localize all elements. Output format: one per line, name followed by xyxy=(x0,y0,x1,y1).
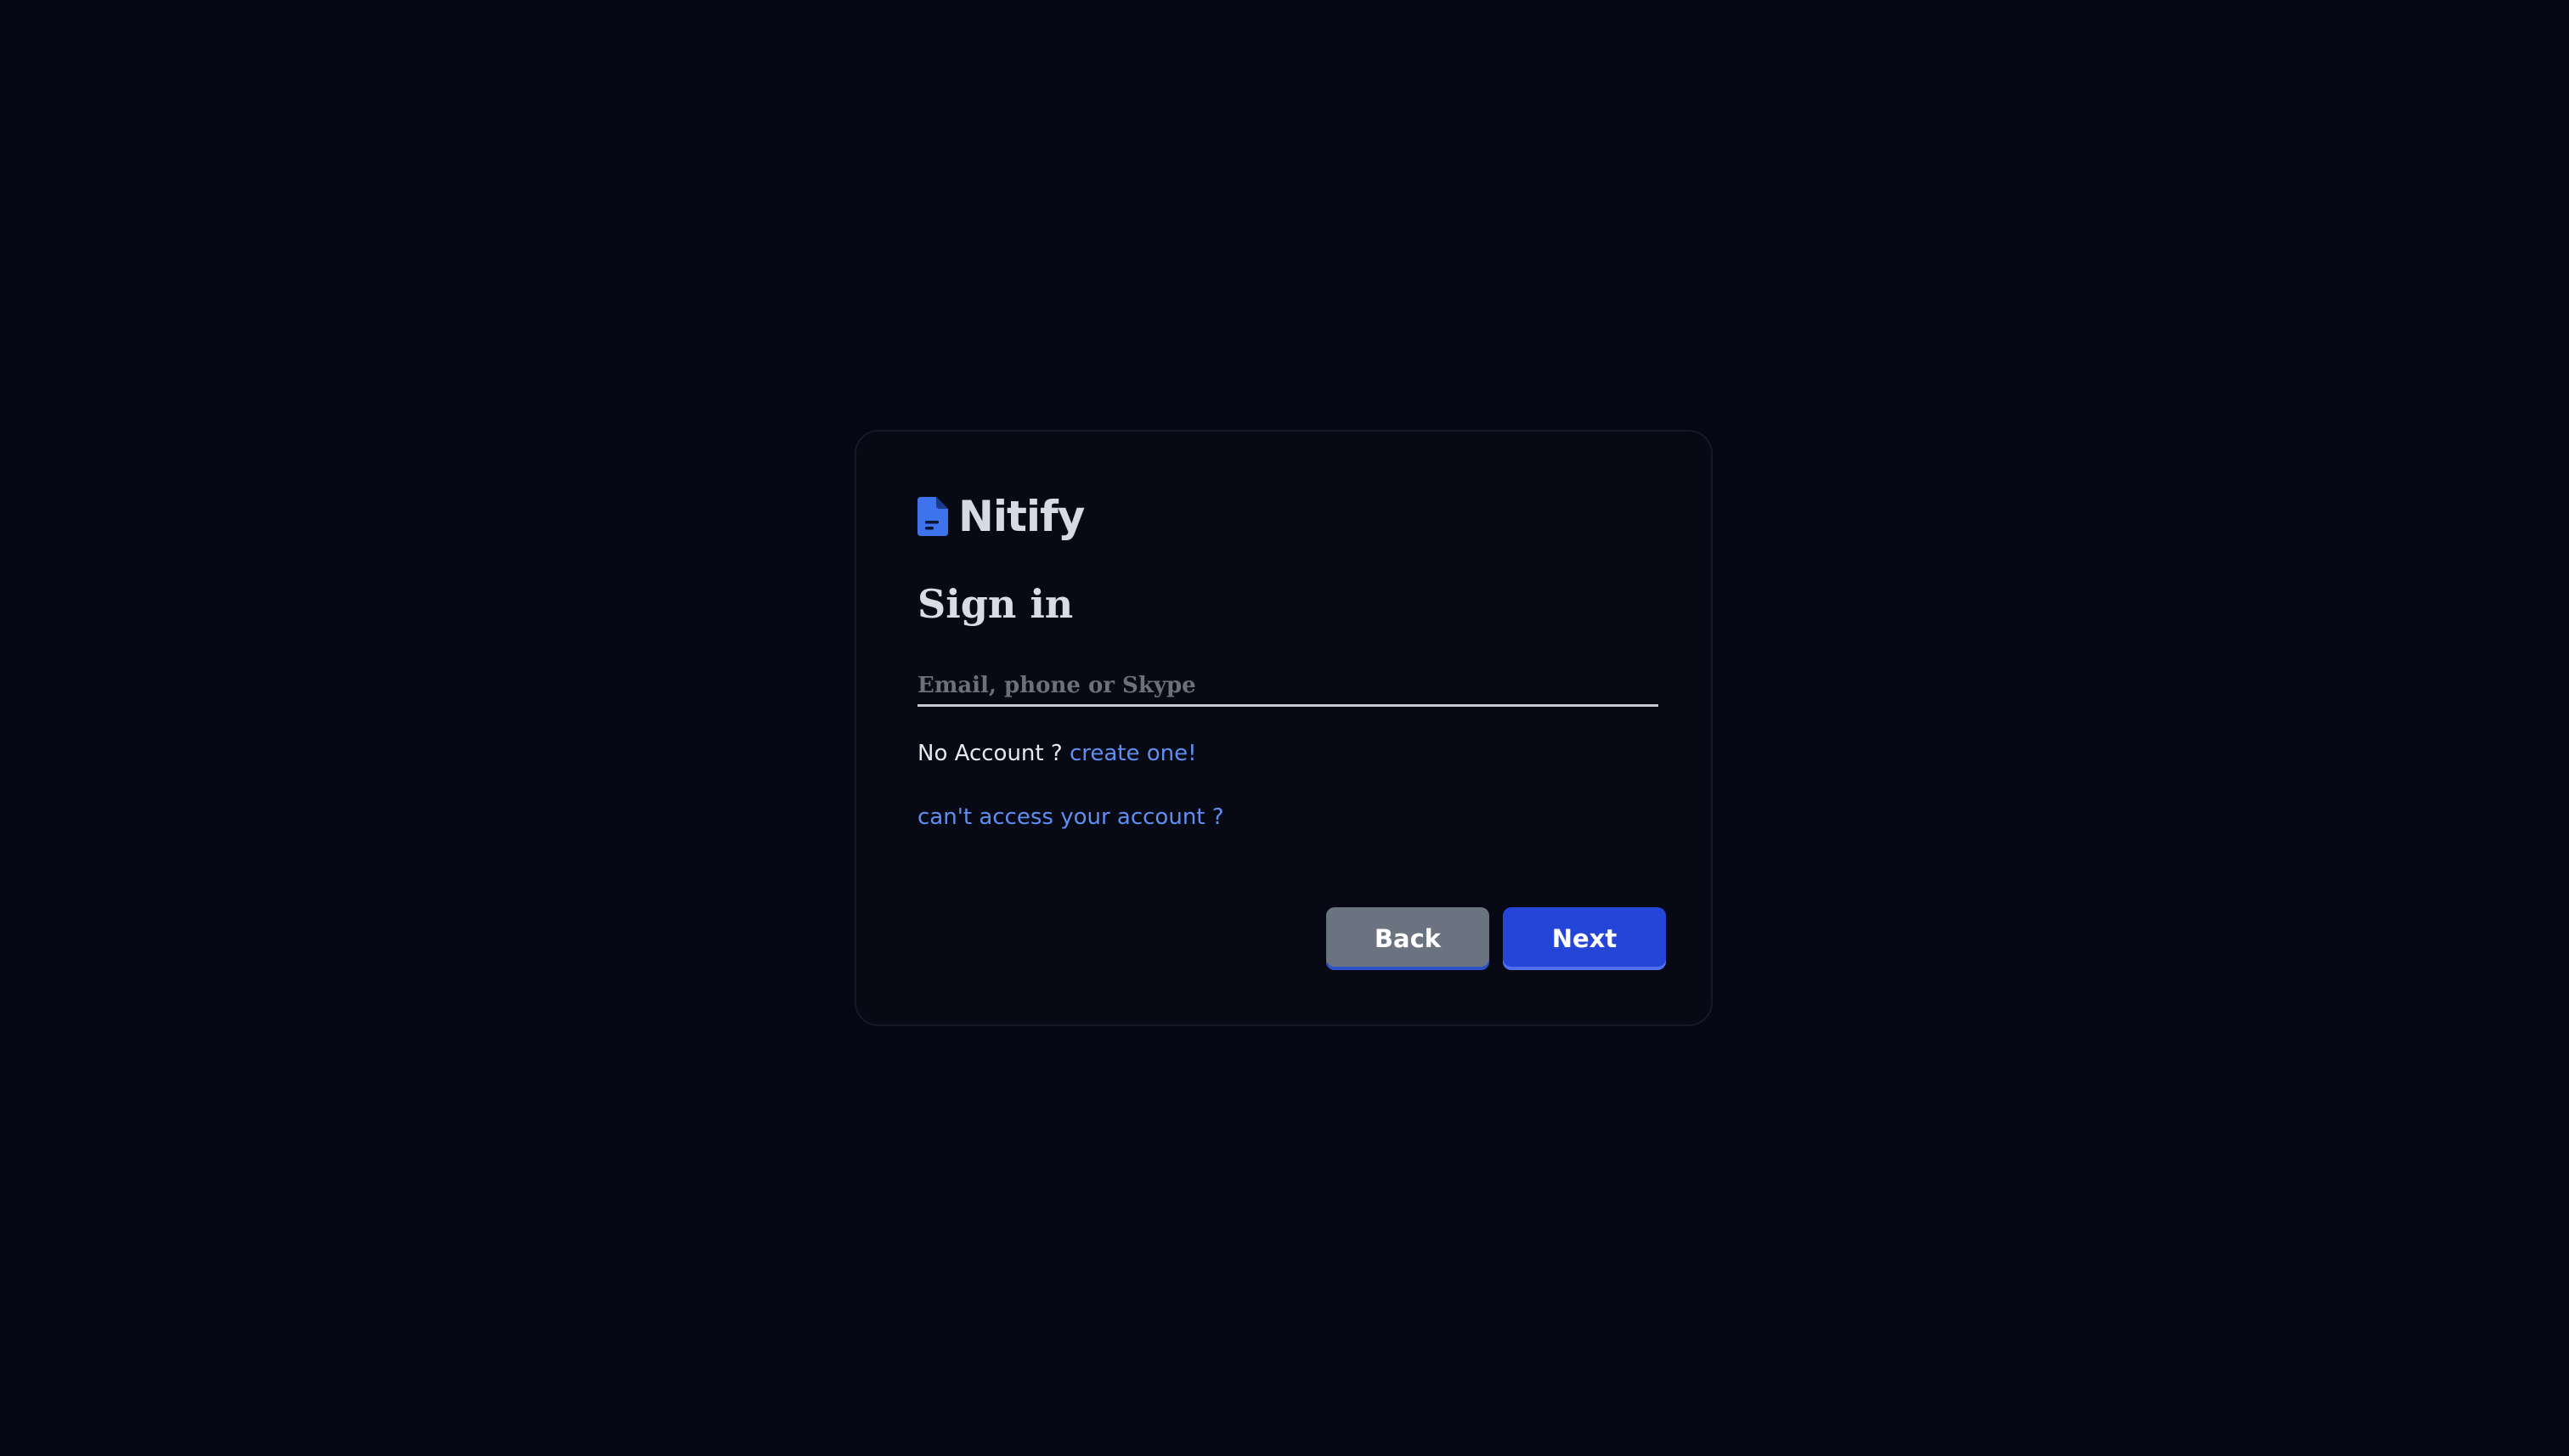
next-button[interactable]: Next xyxy=(1503,907,1666,970)
no-account-row: No Account ? create one! xyxy=(918,741,1197,767)
document-icon xyxy=(918,497,948,536)
cant-access-link[interactable]: can't access your account ? xyxy=(918,804,1224,830)
brand: Nitify xyxy=(918,491,1085,542)
cant-access-row: can't access your account ? xyxy=(918,804,1224,831)
back-button[interactable]: Back xyxy=(1326,907,1489,970)
signin-card: Nitify Sign in No Account ? create one! … xyxy=(855,430,1713,1026)
create-account-link[interactable]: create one! xyxy=(1070,741,1197,766)
brand-name: Nitify xyxy=(958,492,1085,541)
email-field[interactable] xyxy=(918,666,1658,707)
page-title: Sign in xyxy=(918,581,1074,627)
no-account-label: No Account ? xyxy=(918,741,1063,766)
